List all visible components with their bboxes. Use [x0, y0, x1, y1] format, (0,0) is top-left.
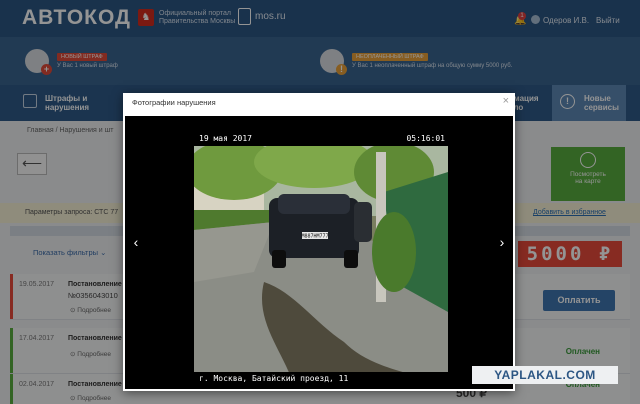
photo-time: 05:16:01: [406, 134, 445, 143]
photo-timestamp-bar: 19 мая 2017 05:16:01: [194, 132, 448, 146]
photo-date: 19 мая 2017: [199, 134, 252, 143]
photo-location-bar: г. Москва, Батайский проезд, 11: [194, 372, 448, 386]
modal-title: Фотографии нарушения: [132, 98, 216, 107]
photo-viewer: ‹ › М887НМ777 19 мая 2017 05:16:01 г. Мо…: [125, 116, 513, 389]
violation-photo: М887НМ777 19 мая 2017 05:16:01 г. Москва…: [194, 132, 448, 386]
license-plate: М887НМ777: [301, 234, 328, 240]
next-arrow-icon[interactable]: ›: [495, 234, 509, 250]
watermark: YAPLAKAL.COM: [472, 366, 618, 384]
prev-arrow-icon[interactable]: ‹: [129, 234, 143, 250]
close-icon[interactable]: ×: [503, 95, 509, 107]
street-scene: М887НМ777: [194, 132, 448, 386]
violation-photos-modal: Фотографии нарушения × ‹ › М887НМ777 19 …: [123, 93, 515, 391]
photo-location: г. Москва, Батайский проезд, 11: [199, 374, 349, 383]
